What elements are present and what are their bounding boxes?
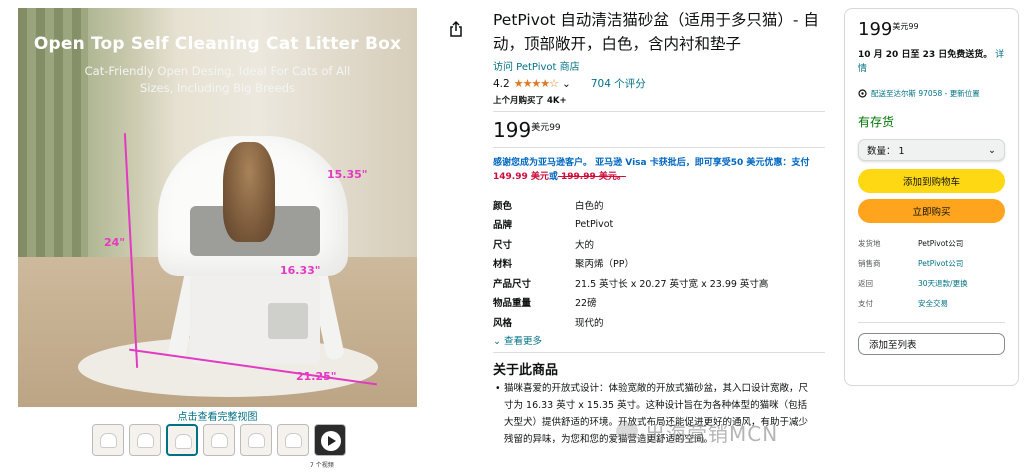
spec-table: 颜色 白色的品牌 PetPivot 尺寸 大的材料 聚丙烯（PP） 产品尺寸 21.5 英寸长… [493, 195, 825, 332]
seller-meta-key: 发货地 [858, 238, 881, 248]
product-price: 199美元99 [493, 118, 825, 142]
thumbnail[interactable] [277, 424, 309, 456]
seller-meta-row: 销售商 PetPivot公司 [858, 253, 1005, 273]
main-product-image[interactable]: Open Top Self Cleaning Cat Litter Box Ca… [18, 8, 417, 407]
divider [493, 351, 825, 353]
seller-meta-value[interactable]: 30天退款/更换 [918, 278, 968, 289]
price-fraction: 美元99 [531, 123, 561, 133]
spec-value: 22磅 [575, 298, 597, 310]
seller-meta-key: 支付 [858, 298, 873, 308]
seller-meta-key: 销售商 [858, 258, 881, 268]
quantity-value: 1 [898, 146, 905, 157]
spec-value: PetPivot [575, 218, 614, 230]
thumbnail[interactable] [92, 424, 124, 456]
divider [858, 322, 1005, 323]
divider [493, 147, 825, 148]
thumbnail-strip [92, 424, 346, 456]
spec-row: 尺寸 大的 [493, 234, 825, 254]
spec-value: 白色的 [575, 200, 604, 212]
seller-meta-value[interactable]: 安全交易 [918, 298, 948, 309]
deliver-to-link[interactable]: 配送至达尔斯 97058 - 更新位置 [858, 88, 1005, 99]
watermark-logo-icon [616, 422, 638, 440]
spec-key: 品牌 [493, 220, 513, 232]
rating-row: 4.2 ★★★★☆ ⌄ 704 个评分 [493, 76, 825, 91]
spec-row: 品牌 PetPivot [493, 215, 825, 235]
cat-figure [223, 142, 275, 242]
store-link[interactable]: 访问 PetPivot 商店 [493, 58, 825, 73]
divider [493, 111, 825, 112]
watermark-text: 出海营销MCN [645, 422, 779, 446]
spec-key: 材料 [493, 259, 513, 271]
promo-text: 感谢您成为亚马逊客户。 亚马逊 Visa 卡获批后，即可享受50 美元优惠：支付 [493, 158, 810, 168]
buy-now-button[interactable]: 立即购买 [858, 199, 1005, 223]
buybox-price-whole: 199 [858, 19, 893, 40]
spec-value: 聚丙烯（PP） [575, 259, 634, 271]
spec-row: 物品重量 22磅 [493, 293, 825, 313]
chevron-down-icon[interactable]: ⌄ [562, 78, 571, 90]
product-title: PetPivot 自动清洁猫砂盆（适用于多只猫）- 自动，顶部敞开，白色，含内衬… [493, 11, 819, 53]
spec-row: 材料 聚丙烯（PP） [493, 254, 825, 274]
quantity-select[interactable]: 数量： 1 ⌄ [858, 139, 1005, 161]
promo-or: 或 [548, 172, 558, 182]
seller-meta: 发货地 PetPivot公司 销售商 PetPivot公司 返回 30天退款/更换 支付 安全… [858, 233, 1005, 313]
dimension-height: 24" [104, 236, 126, 249]
spec-key: 尺寸 [493, 239, 513, 251]
see-more-link[interactable]: ⌄ 查看更多 [493, 333, 825, 347]
about-title: 关于此商品 [493, 362, 559, 378]
seller-meta-value[interactable]: PetPivot公司 [918, 258, 963, 269]
spec-row: 颜色 白色的 [493, 195, 825, 215]
thumbnail[interactable] [129, 424, 161, 456]
add-to-cart-button[interactable]: 添加到购物车 [858, 169, 1005, 193]
delivery-info: 10 月 20 日至 23 日免费送货。 详情 [858, 48, 1005, 76]
ratings-count-link[interactable]: 704 个评分 [591, 76, 646, 91]
thumbnail-selected[interactable] [166, 424, 198, 456]
deliver-to-label: 配送至达尔斯 97058 - 更新位置 [871, 89, 980, 98]
share-icon[interactable] [448, 20, 464, 38]
bought-last-month: 上个月购买了 4K+ [493, 96, 567, 106]
rating-value: 4.2 [493, 77, 510, 90]
product-info: PetPivot 自动清洁猫砂盆（适用于多只猫）- 自动，顶部敞开，白色，含内衬… [493, 8, 825, 448]
spec-value: 大的 [575, 239, 595, 251]
promo-old-price: 199.99 美元。 [557, 172, 626, 182]
delivery-dates: 10 月 20 日至 23 日免费送货。 [858, 50, 993, 60]
spec-key: 颜色 [493, 200, 513, 212]
litter-box-drawer [268, 303, 308, 339]
spec-row: 风格 现代的 [493, 312, 825, 332]
thumbnail[interactable] [203, 424, 235, 456]
price-whole: 199 [493, 118, 532, 142]
promo-new-price: 149.99 美元 [493, 172, 549, 182]
seller-meta-row: 返回 30天退款/更换 [858, 273, 1005, 293]
seller-meta-key: 返回 [858, 278, 873, 288]
buybox-price-fraction: 美元99 [892, 22, 919, 31]
seller-meta-value: PetPivot公司 [918, 238, 964, 248]
chevron-down-icon: ⌄ [988, 144, 996, 156]
view-full-image-link[interactable]: 点击查看完整视图 [18, 408, 417, 423]
spec-row: 产品尺寸 21.5 英寸长 x 20.27 英寸宽 x 23.99 英寸高 [493, 273, 825, 293]
seller-meta-row: 发货地 PetPivot公司 [858, 233, 1005, 253]
spec-key: 产品尺寸 [493, 278, 532, 290]
stock-status: 有存货 [858, 115, 895, 129]
image-title: Open Top Self Cleaning Cat Litter Box [33, 34, 402, 54]
star-rating-icon[interactable]: ★★★★☆ [514, 77, 559, 90]
spec-value: 现代的 [575, 317, 604, 329]
see-more-label: 查看更多 [503, 335, 542, 347]
spec-key: 风格 [493, 317, 513, 329]
spec-key: 物品重量 [493, 298, 532, 310]
buy-box: 199美元99 10 月 20 日至 23 日免费送货。 详情 配送至达尔斯 9… [844, 8, 1019, 386]
video-count-label: 7 个视频 [310, 462, 334, 469]
play-icon [321, 431, 341, 451]
dimension-side: 15.35" [327, 168, 368, 181]
dimension-width: 16.33" [280, 264, 321, 277]
spec-value: 21.5 英寸长 x 20.27 英寸宽 x 23.99 英寸高 [575, 278, 769, 290]
add-to-list-button[interactable]: 添加至列表 [858, 333, 1005, 355]
image-subtitle: Cat-Friendly Open Desing, Ideal For Cats… [84, 64, 351, 95]
location-pin-icon [858, 88, 867, 98]
buybox-price: 199美元99 [858, 19, 1005, 40]
seller-meta-row: 支付 安全交易 [858, 293, 1005, 313]
thumbnail[interactable] [240, 424, 272, 456]
video-thumbnail[interactable] [314, 424, 346, 456]
quantity-label: 数量： [867, 146, 896, 157]
visa-promo[interactable]: 感谢您成为亚马逊客户。 亚马逊 Visa 卡获批后，即可享受50 美元优惠：支付… [493, 156, 825, 184]
